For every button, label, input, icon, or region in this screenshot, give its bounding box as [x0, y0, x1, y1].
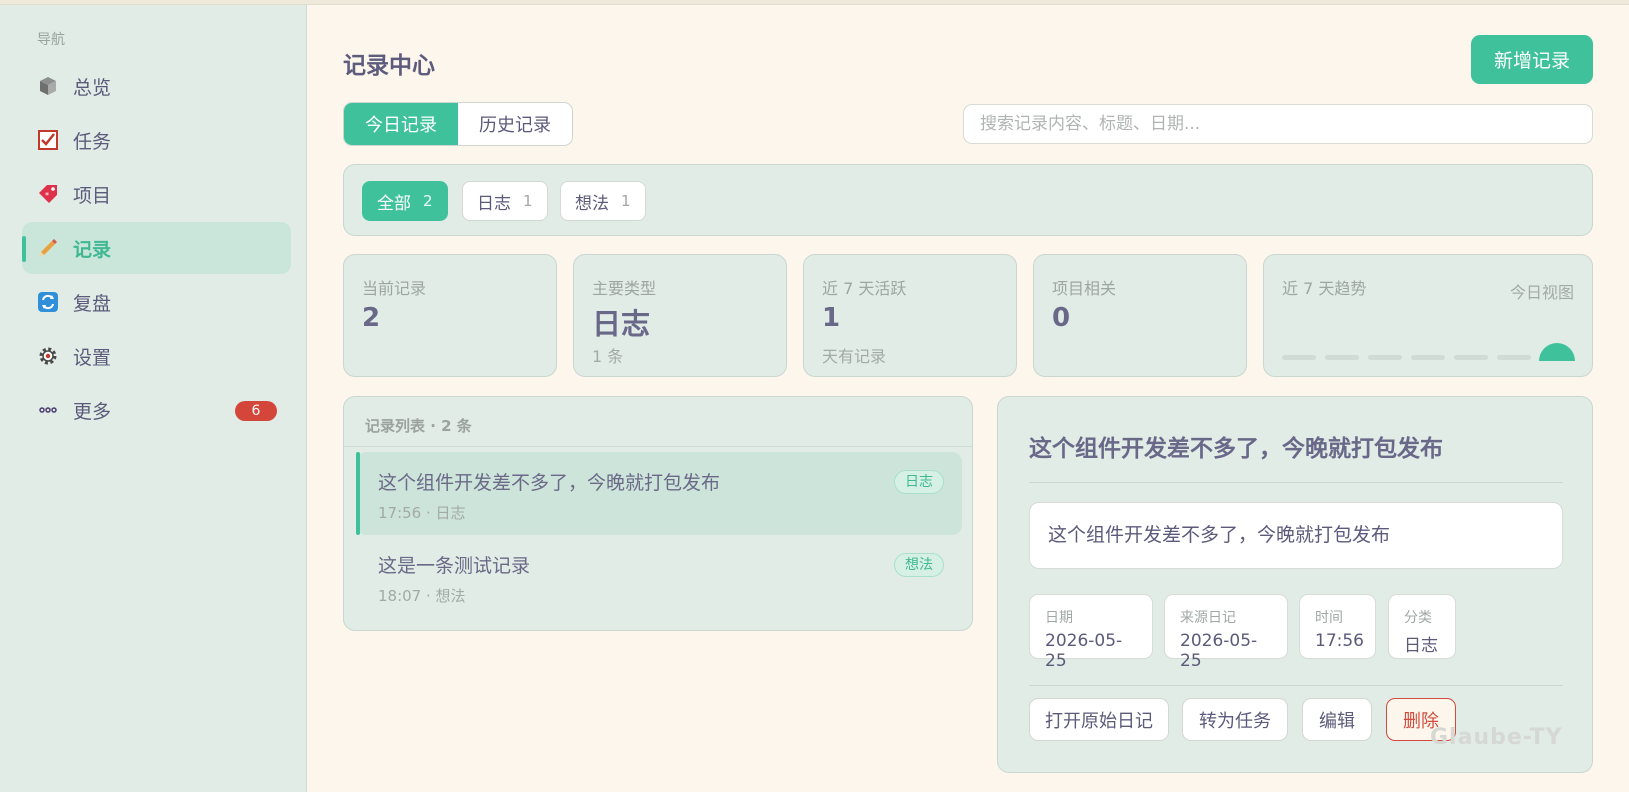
- list-header: 记录列表 · 2 条: [365, 417, 472, 435]
- add-record-button[interactable]: 新增记录: [1471, 35, 1593, 84]
- convert-to-task-button[interactable]: 转为任务: [1182, 698, 1288, 741]
- sidebar-item-label: 项目: [73, 184, 112, 207]
- divider: [1029, 685, 1563, 686]
- detail-title: 这个组件开发差不多了，今晚就打包发布: [1029, 436, 1443, 462]
- nav-heading: 导航: [37, 32, 65, 48]
- edit-button[interactable]: 编辑: [1302, 698, 1372, 741]
- stat-label: 近 7 天活跃: [822, 279, 907, 298]
- detail-content: 这个组件开发差不多了，今晚就打包发布: [1029, 502, 1563, 569]
- notification-badge: 6: [235, 401, 277, 421]
- sidebar-item-label: 记录: [73, 238, 112, 261]
- meta-key: 时间: [1315, 610, 1343, 626]
- pencil-icon: [36, 236, 60, 260]
- list-item[interactable]: 这个组件开发差不多了，今晚就打包发布 17:56 · 日志 日志: [356, 452, 962, 535]
- sidebar-item-more[interactable]: 更多 6: [22, 384, 291, 436]
- chip-label: 日志: [477, 193, 511, 214]
- stat-card-project: 项目相关 0: [1033, 254, 1247, 377]
- chip-count: 1: [621, 192, 631, 210]
- meta-value: 17:56: [1315, 631, 1364, 651]
- page-title: 记录中心: [343, 53, 435, 79]
- trend-bar: [1411, 355, 1445, 360]
- tag-icon: *: [36, 182, 60, 206]
- gear-icon: [36, 344, 60, 368]
- tab-history[interactable]: 历史记录: [458, 103, 572, 145]
- filter-chip-all[interactable]: 全部 2: [362, 181, 448, 221]
- sidebar-item-overview[interactable]: 总览: [22, 60, 291, 112]
- divider: [344, 446, 972, 447]
- chip-label: 全部: [377, 193, 411, 214]
- record-tag: 日志: [894, 470, 944, 494]
- record-detail: 这个组件开发差不多了，今晚就打包发布 这个组件开发差不多了，今晚就打包发布 日期…: [997, 396, 1593, 773]
- trend-bar: [1454, 355, 1488, 360]
- record-list: 记录列表 · 2 条 这个组件开发差不多了，今晚就打包发布 17:56 · 日志…: [343, 396, 973, 631]
- watermark: Glaube-TY: [1430, 725, 1563, 750]
- open-journal-button[interactable]: 打开原始日记: [1029, 698, 1169, 741]
- trend-bar: [1497, 355, 1531, 360]
- sidebar-item-label: 任务: [73, 130, 112, 153]
- more-icon: [36, 398, 60, 422]
- trend-bar: [1368, 355, 1402, 360]
- sidebar-item-label: 复盘: [73, 292, 112, 315]
- record-meta: 18:07 · 想法: [378, 587, 466, 605]
- meta-time: 时间 17:56: [1299, 594, 1376, 659]
- stat-value: 0: [1052, 303, 1071, 333]
- checkbox-icon: [36, 128, 60, 152]
- sidebar-item-label: 总览: [73, 76, 112, 99]
- meta-key: 日期: [1045, 610, 1073, 626]
- meta-date: 日期 2026-05-25: [1029, 594, 1153, 671]
- stat-label: 当前记录: [362, 279, 427, 298]
- svg-text:*: *: [45, 191, 49, 200]
- search-input[interactable]: 搜索记录内容、标题、日期...: [963, 104, 1593, 144]
- stat-sub: 天有记录: [822, 347, 887, 366]
- stat-sub: 1 条: [592, 347, 624, 366]
- meta-source: 来源日记 2026-05-25: [1164, 594, 1288, 671]
- sidebar-item-projects[interactable]: * 项目: [22, 168, 291, 220]
- sidebar-item-tasks[interactable]: 任务: [22, 114, 291, 166]
- trend-bar: [1282, 355, 1316, 360]
- refresh-icon: [36, 290, 60, 314]
- meta-value: 2026-05-25: [1180, 631, 1258, 671]
- sidebar-item-settings[interactable]: 设置: [22, 330, 291, 382]
- stat-label: 主要类型: [592, 279, 657, 298]
- stat-label: 项目相关: [1052, 279, 1117, 298]
- meta-category: 分类 日志: [1388, 594, 1456, 659]
- chip-count: 2: [423, 192, 433, 210]
- filter-chip-journal[interactable]: 日志 1: [462, 181, 548, 221]
- record-meta: 17:56 · 日志: [378, 504, 466, 522]
- trend-bar: [1325, 355, 1359, 360]
- meta-key: 分类: [1404, 610, 1432, 626]
- record-tag: 想法: [894, 553, 944, 577]
- chip-count: 1: [523, 192, 533, 210]
- stat-value: 1: [822, 303, 841, 333]
- stat-label: 近 7 天趋势: [1282, 279, 1367, 298]
- sidebar-item-records[interactable]: 记录: [22, 222, 291, 274]
- filter-bar: 全部 2 日志 1 想法 1: [343, 164, 1593, 236]
- meta-key: 来源日记: [1180, 610, 1236, 626]
- stat-card-trend: 近 7 天趋势 今日视图: [1263, 254, 1593, 377]
- view-tabs: 今日记录 历史记录: [343, 102, 573, 146]
- chip-label: 想法: [575, 193, 609, 214]
- sidebar-item-label: 更多: [73, 400, 112, 423]
- record-title: 这是一条测试记录: [378, 555, 531, 577]
- record-title: 这个组件开发差不多了，今晚就打包发布: [378, 472, 721, 494]
- stat-value: 2: [362, 303, 381, 333]
- sidebar-item-review[interactable]: 复盘: [22, 276, 291, 328]
- filter-chip-idea[interactable]: 想法 1: [560, 181, 646, 221]
- sidebar-item-label: 设置: [73, 346, 112, 369]
- sidebar: 导航 总览 任务 * 项目 记录 复盘 设置 更多 6: [0, 5, 307, 792]
- tab-today[interactable]: 今日记录: [344, 103, 458, 145]
- divider: [1029, 482, 1563, 483]
- stat-card-active-days: 近 7 天活跃 1 天有记录: [803, 254, 1017, 377]
- trend-view-label: 今日视图: [1509, 283, 1574, 302]
- list-item[interactable]: 这是一条测试记录 18:07 · 想法 想法: [356, 535, 962, 618]
- trend-bar-today: [1539, 343, 1575, 361]
- stat-card-main-type: 主要类型 日志 1 条: [573, 254, 787, 377]
- meta-value: 2026-05-25: [1045, 631, 1123, 671]
- cube-icon: [36, 74, 60, 98]
- stat-value: 日志: [592, 307, 651, 341]
- meta-value: 日志: [1404, 636, 1438, 656]
- stat-card-current: 当前记录 2: [343, 254, 557, 377]
